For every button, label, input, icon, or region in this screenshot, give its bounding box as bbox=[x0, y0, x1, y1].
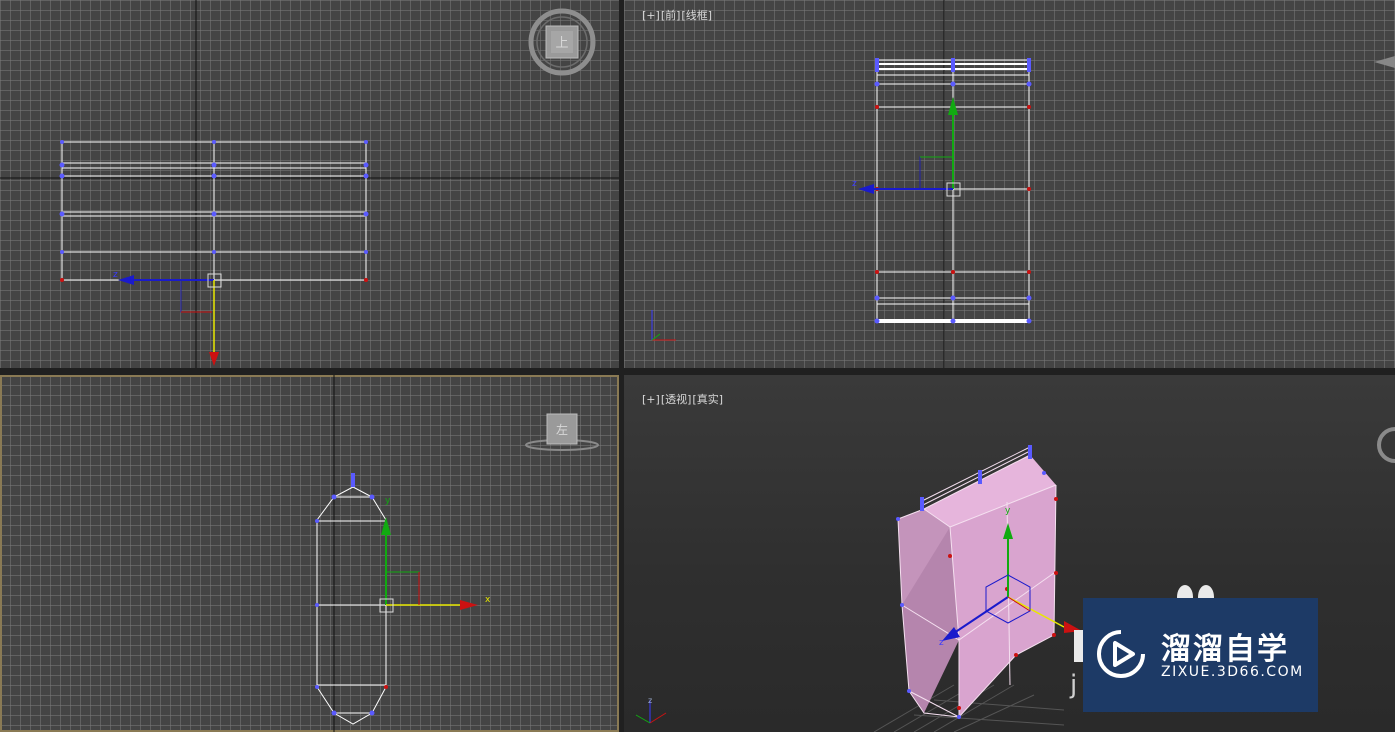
viewport-top[interactable]: z 上 bbox=[0, 0, 619, 368]
watermark-title: 溜溜自学 bbox=[1161, 632, 1289, 667]
mesh-object-shaded bbox=[896, 445, 1058, 719]
viewcube-left-face-label: 左 bbox=[556, 422, 568, 437]
axis-label-x: x bbox=[485, 595, 491, 605]
watermark-badge: 溜溜自学 ZIXUE.3D66.COM bbox=[1083, 598, 1318, 712]
axis-tripod-front bbox=[651, 310, 676, 341]
viewport-menu-view[interactable]: [前] bbox=[661, 9, 681, 22]
top-viewport-canvas: z 上 bbox=[0, 0, 619, 368]
axis-label-z-persp: z bbox=[939, 638, 944, 648]
axis-label-z: z bbox=[113, 270, 118, 280]
viewport-menu-shading[interactable]: [线框] bbox=[681, 9, 712, 22]
viewcube-top: 上 bbox=[528, 8, 596, 76]
axis-label-z-tripod: z bbox=[648, 696, 652, 705]
front-viewport-canvas: z bbox=[651, 0, 1395, 368]
axis-label-y-persp: y bbox=[1005, 506, 1011, 516]
axis-label-y: y bbox=[385, 496, 391, 506]
viewport-front[interactable]: z [+][前][线框] bbox=[624, 0, 1395, 368]
watermark-subtitle: ZIXUE.3D66.COM bbox=[1161, 664, 1304, 680]
viewport-left[interactable]: y x 左 bbox=[0, 375, 619, 732]
axis-tripod-perspective: z bbox=[635, 696, 667, 724]
play-logo-icon bbox=[1097, 630, 1145, 678]
viewport-menu-plus[interactable]: [+] bbox=[642, 9, 660, 22]
left-viewport-canvas: y x 左 bbox=[315, 375, 599, 732]
axis-label-z-front: z bbox=[852, 179, 857, 189]
viewcube-left: 左 bbox=[525, 413, 599, 451]
watermark-partial-text: j bbox=[1069, 670, 1077, 700]
viewport-menu-plus-persp[interactable]: [+] bbox=[642, 393, 660, 406]
transform-gizmo-left: y x bbox=[379, 496, 491, 613]
viewcube-top-face-label: 上 bbox=[555, 36, 568, 51]
viewport-label-front[interactable]: [+][前][线框] bbox=[628, 0, 713, 36]
transform-gizmo-top: z bbox=[113, 270, 222, 366]
viewport-menu-view-persp[interactable]: [透视] bbox=[661, 393, 692, 406]
viewcube-edge-front bbox=[1374, 56, 1395, 68]
viewport-menu-shading-persp[interactable]: [真实] bbox=[692, 393, 723, 406]
viewport-label-perspective[interactable]: [+][透视][真实] bbox=[628, 378, 724, 420]
viewcube-edge-perspective bbox=[1377, 427, 1395, 463]
wireframe-mesh-left bbox=[316, 486, 387, 725]
